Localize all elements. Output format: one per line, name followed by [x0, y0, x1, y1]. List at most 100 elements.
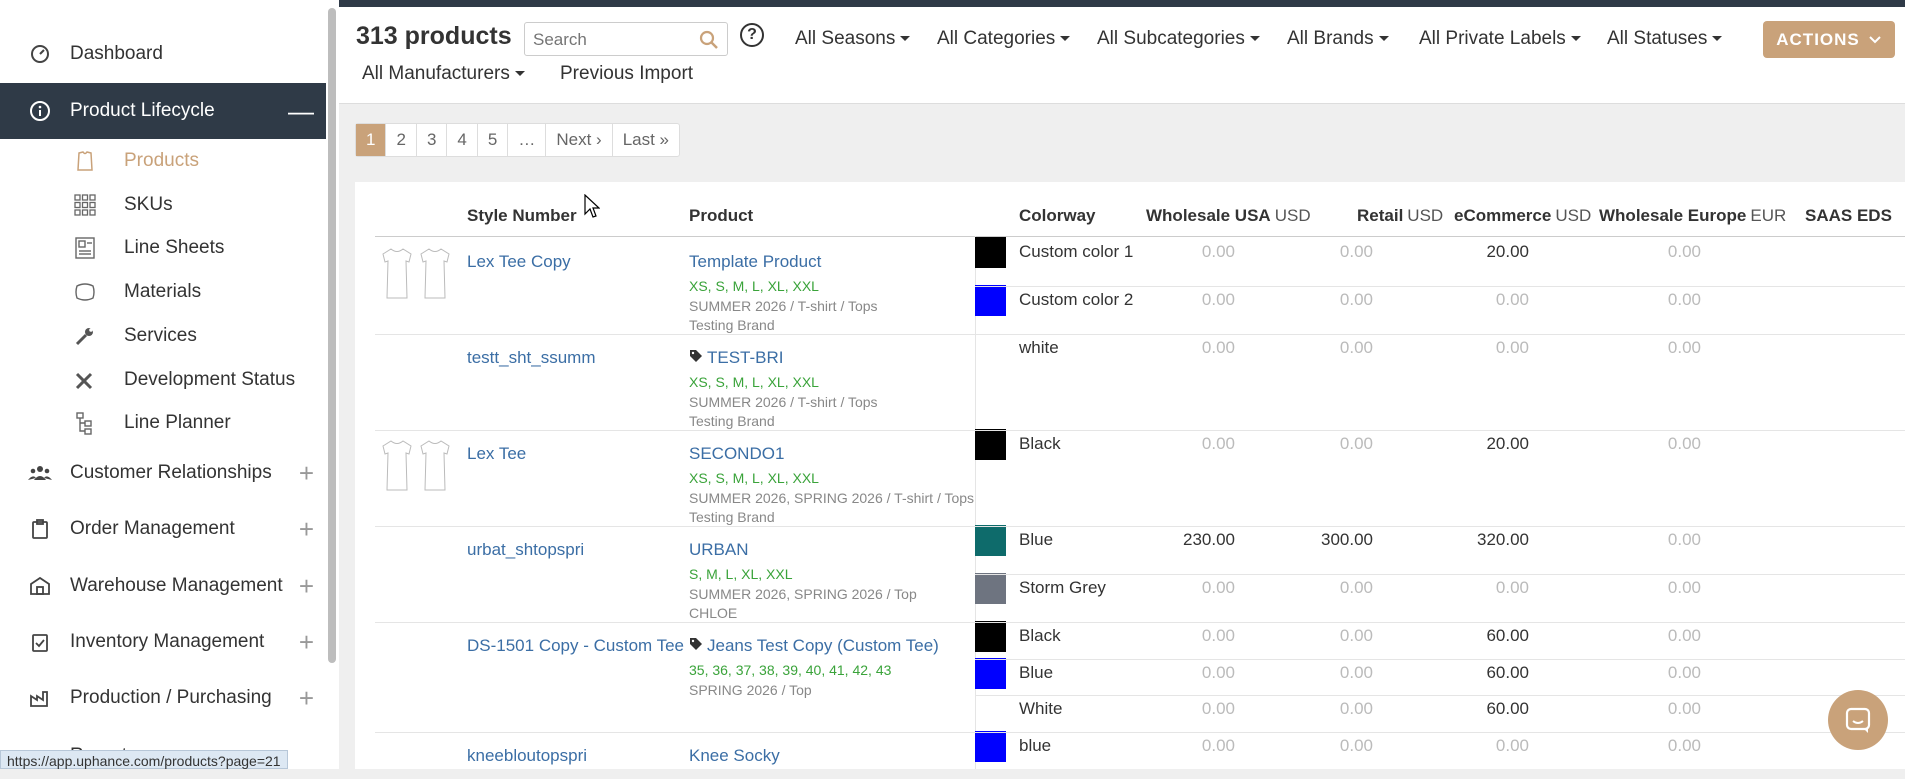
expand-icon[interactable]: +	[299, 627, 314, 658]
filter-manufacturers[interactable]: All Manufacturers	[362, 63, 525, 85]
page-4[interactable]: 4	[447, 124, 478, 156]
header-retail[interactable]: Retail USD	[1357, 206, 1443, 226]
colorway-divider	[975, 659, 1905, 660]
sidebar-scrollbar[interactable]	[326, 0, 339, 769]
product-meta: SUMMER 2026, SPRING 2026 / Top	[689, 586, 917, 602]
product-name-link[interactable]: SECONDO1	[689, 444, 784, 464]
toolbar: 313 products ? All Seasons All Categorie…	[339, 7, 1905, 104]
style-number-link[interactable]: Lex Tee Copy	[467, 252, 571, 272]
style-number-link[interactable]: urbat_shtopspri	[467, 540, 584, 560]
product-name: Knee Socky	[689, 746, 780, 765]
sidebar-item-skus[interactable]: SKUs	[0, 185, 326, 225]
product-thumbnail[interactable]	[379, 438, 455, 492]
filter-brands[interactable]: All Brands	[1287, 28, 1389, 50]
collapse-icon[interactable]: —	[288, 96, 314, 127]
colorway-name: Blue	[1019, 663, 1054, 682]
next-page[interactable]: Next ›	[546, 124, 613, 156]
product-meta: SUMMER 2026 / T-shirt / Tops	[689, 394, 878, 410]
expand-icon[interactable]: +	[299, 683, 314, 714]
chat-launcher-button[interactable]	[1828, 690, 1888, 750]
product-name-link[interactable]: URBAN	[689, 540, 749, 560]
header-ecommerce[interactable]: eCommerce USD	[1454, 206, 1591, 226]
search-input[interactable]	[533, 29, 693, 51]
filter-private-labels[interactable]: All Private Labels	[1419, 28, 1581, 50]
search-icon[interactable]	[699, 30, 719, 50]
color-swatch	[975, 731, 1006, 762]
header-colorway[interactable]: Colorway	[1019, 206, 1096, 226]
style-number-link[interactable]: DS-1501 Copy - Custom Tee	[467, 636, 684, 656]
nav-order-management[interactable]: Order Management +	[0, 506, 326, 552]
page-1[interactable]: 1	[356, 124, 387, 156]
page-5[interactable]: 5	[478, 124, 509, 156]
price-ecom: 0.00	[1495, 338, 1529, 357]
row-divider	[375, 334, 1905, 335]
colorway-name: Storm Grey	[1019, 578, 1106, 597]
header-wholesale-usa[interactable]: Wholesale USA USD	[1146, 206, 1311, 226]
price-retail: 0.00	[1339, 290, 1373, 309]
sidebar-item-services[interactable]: Services	[0, 316, 326, 356]
search-box[interactable]	[524, 22, 728, 56]
brand-name: Testing Brand	[689, 317, 775, 333]
caret-down-icon	[1712, 36, 1723, 42]
nav-label: Inventory Management	[70, 631, 265, 652]
product-name-link[interactable]: Knee Socky	[689, 746, 780, 766]
header-currency: USD	[1274, 206, 1311, 225]
product-name-link[interactable]: Template Product	[689, 252, 821, 272]
style-number-link[interactable]: kneebloutopspri	[467, 746, 587, 766]
nav-production-purchasing[interactable]: Production / Purchasing +	[0, 675, 326, 721]
sidebar-item-line-planner[interactable]: Line Planner	[0, 403, 326, 443]
price-wus: 0.00	[1201, 699, 1235, 718]
page-2[interactable]: 2	[386, 124, 417, 156]
header-style-number[interactable]: Style Number	[467, 206, 577, 226]
size-list: XS, S, M, L, XL, XXL	[689, 374, 819, 390]
sidebar-item-line-sheets[interactable]: Line Sheets	[0, 228, 326, 268]
nav-product-lifecycle[interactable]: Product Lifecycle —	[0, 83, 326, 139]
help-icon[interactable]: ?	[740, 23, 764, 47]
size-list: S, M, L, XL, XXL	[689, 566, 793, 582]
header-currency: USD	[1555, 206, 1592, 225]
nav-warehouse-management[interactable]: Warehouse Management +	[0, 563, 326, 609]
actions-button[interactable]: ACTIONS	[1763, 21, 1895, 58]
product-thumbnail[interactable]	[379, 246, 455, 300]
header-wholesale-europe[interactable]: Wholesale Europe EUR	[1599, 206, 1786, 226]
sidebar-item-materials[interactable]: Materials	[0, 272, 326, 312]
header-saas-eds[interactable]: SAAS EDS	[1805, 206, 1892, 226]
filter-subcategories[interactable]: All Subcategories	[1097, 28, 1260, 50]
sidebar-item-products[interactable]: Products	[0, 141, 326, 181]
expand-icon[interactable]: +	[299, 571, 314, 602]
color-swatch	[975, 285, 1006, 316]
style-number-link[interactable]: testt_sht_ssumm	[467, 348, 596, 368]
last-page[interactable]: Last »	[613, 124, 679, 156]
sidebar-item-label: Line Planner	[124, 412, 231, 433]
hierarchy-icon	[72, 410, 98, 436]
clipboard-check-icon	[28, 630, 52, 654]
size-list: XS, S, M, L, XL, XXL	[689, 470, 819, 486]
price-retail: 0.00	[1339, 699, 1373, 718]
style-number-link[interactable]: Lex Tee	[467, 444, 526, 464]
sidebar-item-label: Development Status	[124, 369, 296, 390]
sidebar-item-development-status[interactable]: Development Status	[0, 360, 326, 400]
header-divider	[375, 236, 1905, 237]
filter-categories[interactable]: All Categories	[937, 28, 1071, 50]
expand-icon[interactable]: +	[299, 514, 314, 545]
product-name: TEST-BRI	[707, 348, 784, 367]
price-ecom: 0.00	[1495, 290, 1529, 309]
price-weu: 0.00	[1667, 242, 1701, 261]
nav-dashboard-label: Dashboard	[70, 43, 163, 64]
nav-customer-relationships[interactable]: Customer Relationships +	[0, 450, 326, 496]
nav-dashboard[interactable]: Dashboard	[0, 31, 326, 77]
expand-icon[interactable]: +	[299, 458, 314, 489]
filter-statuses[interactable]: All Statuses	[1607, 28, 1723, 50]
page-3[interactable]: 3	[417, 124, 448, 156]
header-product[interactable]: Product	[689, 206, 753, 226]
previous-import-link[interactable]: Previous Import	[560, 63, 693, 85]
price-retail: 0.00	[1339, 434, 1373, 453]
clipboard-icon	[28, 517, 52, 541]
product-name-link[interactable]: Jeans Test Copy (Custom Tee)	[689, 636, 939, 656]
filter-seasons[interactable]: All Seasons	[795, 28, 911, 50]
sidebar-item-label: SKUs	[124, 194, 173, 215]
product-name-link[interactable]: TEST-BRI	[689, 348, 784, 368]
scrollbar-thumb[interactable]	[328, 8, 336, 663]
price-ecom: 20.00	[1486, 242, 1529, 261]
nav-inventory-management[interactable]: Inventory Management +	[0, 619, 326, 665]
